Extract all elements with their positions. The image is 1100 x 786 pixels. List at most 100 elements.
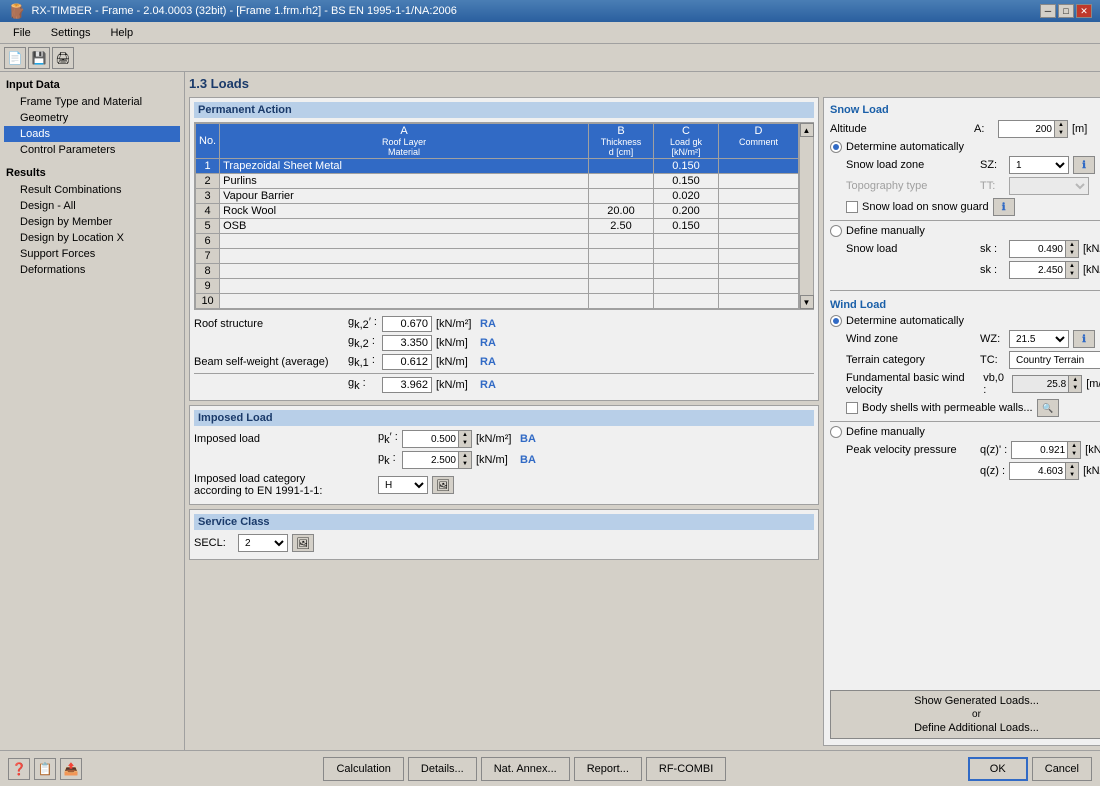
pk-spinner[interactable]: ▲ ▼ — [402, 451, 472, 469]
sk-up[interactable]: ▲ — [1066, 262, 1078, 270]
row-thickness[interactable] — [589, 279, 654, 294]
toolbar-btn-1[interactable]: 📄 — [4, 47, 26, 69]
table-row[interactable]: 5 OSB 2.50 0.150 — [196, 219, 799, 234]
toolbar-btn-3[interactable]: 🖨 — [52, 47, 74, 69]
terrain-select[interactable]: Country TerrainTown TerrainCoastal — [1009, 351, 1100, 369]
row-thickness[interactable]: 2.50 — [589, 219, 654, 234]
table-row[interactable]: 1 Trapezoidal Sheet Metal 0.150 — [196, 159, 799, 174]
sk-prime-down[interactable]: ▼ — [1066, 249, 1078, 257]
qz-prime-spinner[interactable]: ▲ ▼ — [1011, 441, 1081, 459]
sidebar-item-control[interactable]: Control Parameters — [4, 142, 180, 158]
snow-guard-checkbox[interactable] — [846, 201, 858, 213]
sk-spinner[interactable]: ▲ ▼ — [1009, 261, 1079, 279]
scroll-down-btn[interactable]: ▼ — [800, 295, 814, 309]
menu-settings[interactable]: Settings — [42, 24, 100, 42]
sidebar-item-deformations[interactable]: Deformations — [4, 262, 180, 278]
row-load[interactable]: 0.150 — [654, 174, 719, 189]
snow-zone-select[interactable]: 1234 — [1009, 156, 1069, 174]
row-material[interactable]: Purlins — [220, 174, 589, 189]
row-load[interactable] — [654, 294, 719, 309]
sidebar-item-result-comb[interactable]: Result Combinations — [4, 182, 180, 198]
pk-prime-up[interactable]: ▲ — [459, 431, 471, 439]
row-load[interactable]: 0.150 — [654, 219, 719, 234]
row-material[interactable]: Rock Wool — [220, 204, 589, 219]
sidebar-item-design-member[interactable]: Design by Member — [4, 214, 180, 230]
altitude-spinner[interactable]: ▲ ▼ — [998, 120, 1068, 138]
sk-prime-spinner[interactable]: ▲ ▼ — [1009, 240, 1079, 258]
details-button[interactable]: Details... — [408, 757, 477, 781]
category-icon-btn[interactable]: 🖼 — [432, 476, 454, 494]
table-row[interactable]: 2 Purlins 0.150 — [196, 174, 799, 189]
pk-up[interactable]: ▲ — [459, 452, 471, 460]
row-load[interactable] — [654, 249, 719, 264]
snow-zone-info[interactable]: ℹ — [1073, 156, 1095, 174]
row-comment[interactable] — [719, 219, 799, 234]
wind-vel-spinner[interactable]: ▲ ▼ — [1012, 375, 1082, 393]
sidebar-item-design-all[interactable]: Design - All — [4, 198, 180, 214]
sidebar-item-support-forces[interactable]: Support Forces — [4, 246, 180, 262]
sk-prime-input[interactable] — [1010, 241, 1065, 257]
wind-vel-down[interactable]: ▼ — [1069, 384, 1081, 392]
wind-vel-input[interactable] — [1013, 376, 1068, 392]
wind-vel-up[interactable]: ▲ — [1069, 376, 1081, 384]
altitude-down[interactable]: ▼ — [1055, 129, 1067, 137]
wind-zone-info[interactable]: ℹ — [1073, 330, 1095, 348]
pk-down[interactable]: ▼ — [459, 460, 471, 468]
bottom-icon3[interactable]: 📤 — [60, 758, 82, 780]
row-comment[interactable] — [719, 189, 799, 204]
sk-input[interactable] — [1010, 262, 1065, 278]
row-load[interactable] — [654, 234, 719, 249]
row-thickness[interactable] — [589, 234, 654, 249]
pk-input[interactable] — [403, 452, 458, 468]
sidebar-item-design-location[interactable]: Design by Location X — [4, 230, 180, 246]
altitude-up[interactable]: ▲ — [1055, 121, 1067, 129]
row-thickness[interactable] — [589, 189, 654, 204]
define-additional-loads-btn[interactable]: Define Additional Loads... — [833, 720, 1100, 736]
menu-help[interactable]: Help — [101, 24, 142, 42]
close-button[interactable]: ✕ — [1076, 4, 1092, 18]
maximize-button[interactable]: □ — [1058, 4, 1074, 18]
row-comment[interactable] — [719, 204, 799, 219]
wind-auto-radio[interactable] — [830, 315, 842, 327]
row-thickness[interactable] — [589, 264, 654, 279]
cancel-button[interactable]: Cancel — [1032, 757, 1092, 781]
row-comment[interactable] — [719, 264, 799, 279]
sk-prime-up[interactable]: ▲ — [1066, 241, 1078, 249]
qz-prime-down[interactable]: ▼ — [1068, 450, 1080, 458]
sidebar-item-geometry[interactable]: Geometry — [4, 110, 180, 126]
window-controls[interactable]: ─ □ ✕ — [1040, 4, 1092, 18]
row-thickness[interactable]: 20.00 — [589, 204, 654, 219]
row-load[interactable] — [654, 279, 719, 294]
pk-prime-input[interactable] — [403, 431, 458, 447]
row-comment[interactable] — [719, 279, 799, 294]
table-row[interactable]: 7 — [196, 249, 799, 264]
pk-prime-spinner[interactable]: ▲ ▼ — [402, 430, 472, 448]
row-material[interactable] — [220, 264, 589, 279]
row-material[interactable]: OSB — [220, 219, 589, 234]
altitude-input[interactable] — [999, 121, 1054, 137]
qz-input[interactable] — [1010, 463, 1065, 479]
row-thickness[interactable] — [589, 249, 654, 264]
rf-combi-button[interactable]: RF-COMBI — [646, 757, 726, 781]
table-row[interactable]: 9 — [196, 279, 799, 294]
snow-auto-radio[interactable] — [830, 141, 842, 153]
wind-manual-radio[interactable] — [830, 426, 842, 438]
table-row[interactable]: 4 Rock Wool 20.00 0.200 — [196, 204, 799, 219]
calculation-button[interactable]: Calculation — [323, 757, 403, 781]
show-generated-loads-btn[interactable]: Show Generated Loads... — [833, 693, 1100, 709]
row-thickness[interactable] — [589, 294, 654, 309]
table-row[interactable]: 3 Vapour Barrier 0.020 — [196, 189, 799, 204]
row-load[interactable]: 0.150 — [654, 159, 719, 174]
table-row[interactable]: 8 — [196, 264, 799, 279]
snow-guard-info[interactable]: ℹ — [993, 198, 1015, 216]
secl-select[interactable]: 2 1 3 — [238, 534, 288, 552]
qz-prime-input[interactable] — [1012, 442, 1067, 458]
row-load[interactable]: 0.200 — [654, 204, 719, 219]
row-comment[interactable] — [719, 174, 799, 189]
table-row[interactable]: 10 — [196, 294, 799, 309]
minimize-button[interactable]: ─ — [1040, 4, 1056, 18]
body-shells-checkbox[interactable] — [846, 402, 858, 414]
nat-annex-button[interactable]: Nat. Annex... — [481, 757, 570, 781]
table-row[interactable]: 6 — [196, 234, 799, 249]
topo-select[interactable] — [1009, 177, 1089, 195]
